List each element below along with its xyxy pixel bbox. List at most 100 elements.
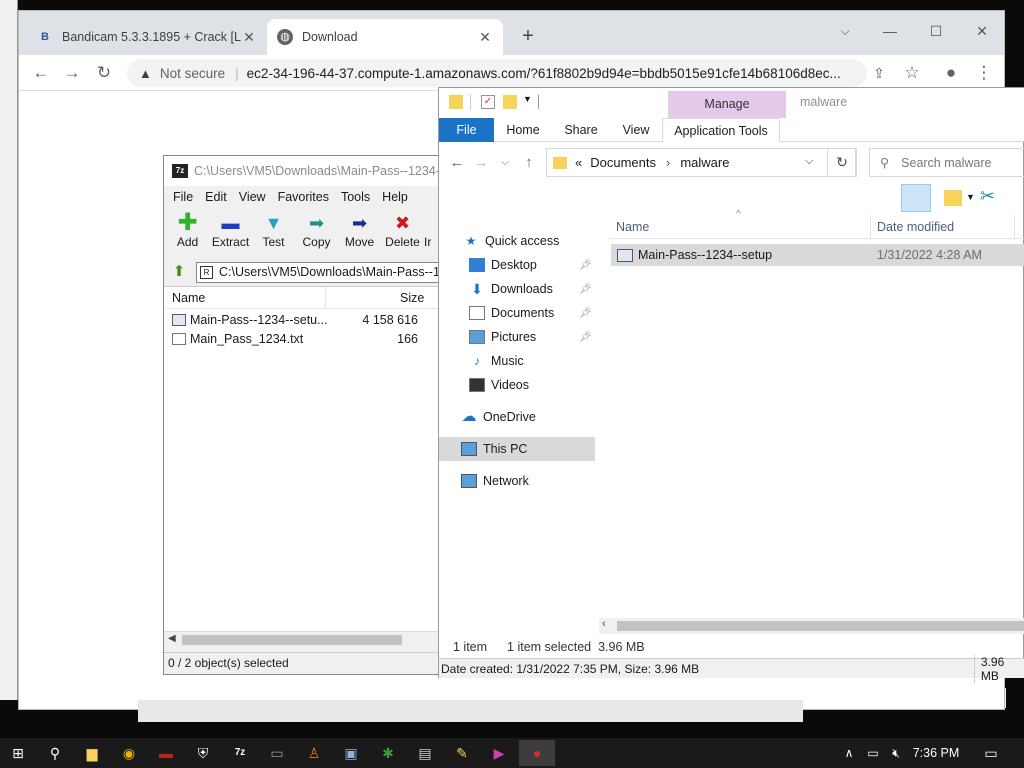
installer-icon[interactable]: ♙: [296, 740, 332, 766]
scrollbar-thumb[interactable]: [617, 621, 1024, 631]
pin-icon[interactable]: 📌︎: [579, 332, 592, 343]
close-tab-icon[interactable]: ✕: [241, 29, 257, 46]
menu-view[interactable]: View: [234, 190, 271, 204]
7zip-icon[interactable]: 7z: [222, 740, 258, 766]
maximize-button[interactable]: ☐: [916, 17, 956, 45]
add-button[interactable]: ✚ Add: [166, 211, 209, 257]
back-icon[interactable]: ←: [27, 60, 55, 86]
menu-help[interactable]: Help: [377, 190, 413, 204]
network-tray-icon[interactable]: ▭: [862, 740, 884, 766]
recent-locations-icon[interactable]: ⌵: [493, 157, 517, 168]
list-item[interactable]: Main_Pass_1234.txt 166: [164, 329, 439, 348]
nav-desktop[interactable]: Desktop 📌︎: [439, 253, 595, 277]
new-folder-icon[interactable]: [503, 95, 517, 109]
up-icon[interactable]: ↑: [517, 154, 541, 171]
horizontal-scrollbar[interactable]: ◀: [164, 631, 452, 647]
forward-icon[interactable]: →: [58, 60, 86, 86]
start-windows-icon[interactable]: ⊞: [0, 740, 36, 766]
bandicam-icon[interactable]: ●: [519, 740, 555, 766]
folder-up-icon[interactable]: ⬆: [168, 262, 190, 282]
pin-icon[interactable]: 📌︎: [579, 260, 592, 271]
image-viewer-icon[interactable]: ▣: [333, 740, 369, 766]
cut-icon[interactable]: ✂: [980, 186, 995, 207]
nav-network[interactable]: Network: [439, 469, 595, 493]
test-button[interactable]: ▼ Test: [252, 211, 295, 257]
breadcrumb[interactable]: « Documents › malware ⌵: [546, 148, 856, 177]
nav-onedrive[interactable]: ☁ OneDrive: [439, 405, 595, 429]
clock[interactable]: 7:36 PM: [906, 738, 966, 768]
tab-application-tools[interactable]: Application Tools: [662, 118, 780, 142]
nav-quick-access[interactable]: ★ Quick access: [439, 229, 595, 253]
crumb-documents[interactable]: Documents: [590, 155, 656, 170]
bug-icon[interactable]: ✱: [370, 740, 406, 766]
menu-tools[interactable]: Tools: [336, 190, 375, 204]
search-icon[interactable]: ⚲: [37, 740, 73, 766]
nav-music[interactable]: ♪ Music: [439, 349, 595, 373]
tab-share[interactable]: Share: [552, 118, 610, 142]
reload-icon[interactable]: ↻: [90, 60, 118, 86]
bookmark-star-icon[interactable]: ☆: [898, 60, 926, 86]
column-size[interactable]: Size: [400, 291, 424, 305]
app-icon[interactable]: ▬: [148, 740, 184, 766]
overflow-chevron-icon[interactable]: «: [575, 155, 582, 170]
scroll-left-icon[interactable]: ‹: [602, 618, 606, 630]
nav-documents[interactable]: Documents 📌︎: [439, 301, 595, 325]
close-window-button[interactable]: ✕: [962, 17, 1002, 45]
menu-file[interactable]: File: [168, 190, 198, 204]
path-input[interactable]: R C:\Users\VM5\Downloads\Main-Pass--12: [196, 261, 452, 283]
scroll-left-icon[interactable]: ◀: [168, 633, 176, 644]
file-explorer-icon[interactable]: ▆: [74, 740, 110, 766]
customize-toolbar-icon[interactable]: ▼: [523, 94, 532, 104]
horizontal-scrollbar[interactable]: ‹: [599, 618, 1024, 634]
terminal-icon[interactable]: ▭: [259, 740, 295, 766]
copy-button[interactable]: ➡ Copy: [295, 211, 338, 257]
menu-edit[interactable]: Edit: [200, 190, 232, 204]
new-item-icon[interactable]: [944, 190, 962, 206]
media-icon[interactable]: ▶: [481, 740, 517, 766]
info-button[interactable]: Ir: [424, 211, 438, 257]
volume-muted-icon[interactable]: 🔇︎: [886, 740, 906, 766]
new-tab-button[interactable]: +: [516, 25, 540, 49]
monitor-icon[interactable]: ▤: [407, 740, 443, 766]
tab-file[interactable]: File: [439, 118, 494, 142]
nav-this-pc[interactable]: This PC: [439, 437, 595, 461]
table-row[interactable]: Main-Pass--1234--setup 1/31/2022 4:28 AM: [611, 244, 1024, 266]
back-icon[interactable]: ←: [445, 154, 469, 171]
address-bar[interactable]: ▲ Not secure | ec2-34-196-44-37.compute-…: [127, 59, 867, 87]
chrome-icon[interactable]: ◉: [111, 740, 147, 766]
shield-icon[interactable]: ⛨: [185, 740, 221, 766]
close-tab-icon[interactable]: ✕: [477, 29, 493, 46]
nav-downloads[interactable]: ⬇ Downloads 📌︎: [439, 277, 595, 301]
forward-icon[interactable]: →: [469, 154, 493, 171]
tab-home[interactable]: Home: [494, 118, 552, 142]
menu-favorites[interactable]: Favorites: [273, 190, 334, 204]
minimize-button[interactable]: —: [870, 17, 910, 45]
tab-view[interactable]: View: [610, 118, 662, 142]
pin-icon[interactable]: 📌︎: [579, 284, 592, 295]
profile-avatar-icon[interactable]: ●: [937, 60, 965, 86]
list-item[interactable]: Main-Pass--1234--setu... 4 158 616: [164, 310, 439, 329]
tab-download[interactable]: ◍ Download ✕: [267, 19, 503, 55]
column-name[interactable]: Name: [616, 220, 649, 234]
notes-icon[interactable]: ✎: [444, 740, 480, 766]
menu-kebab-icon[interactable]: ⋮: [970, 60, 998, 86]
column-date-modified[interactable]: Date modified: [877, 220, 954, 234]
dropdown-icon[interactable]: ▼: [966, 192, 975, 202]
search-input[interactable]: ⚲ Search malware: [869, 148, 1024, 177]
extract-button[interactable]: ▬ Extract: [209, 211, 252, 257]
chevron-down-icon[interactable]: ⌵: [805, 155, 813, 168]
properties-icon[interactable]: ✓: [481, 95, 495, 109]
nav-videos[interactable]: Videos: [439, 373, 595, 397]
scrollbar-thumb[interactable]: [182, 635, 402, 645]
manage-tab[interactable]: Manage: [668, 91, 786, 118]
crumb-malware[interactable]: malware: [680, 155, 729, 170]
pin-icon[interactable]: 📌︎: [579, 308, 592, 319]
nav-pictures[interactable]: Pictures 📌︎: [439, 325, 595, 349]
notification-icon[interactable]: ▭: [978, 740, 1004, 766]
preview-pane-icon[interactable]: [901, 184, 931, 212]
tab-bandicam[interactable]: B Bandicam 5.3.3.1895 + Crack [La ✕: [27, 19, 267, 55]
tab-search-icon[interactable]: ⌵: [825, 17, 865, 45]
move-button[interactable]: ➡ Move: [338, 211, 381, 257]
tray-chevron-up-icon[interactable]: ∧: [838, 740, 860, 766]
column-name[interactable]: Name: [172, 291, 205, 305]
